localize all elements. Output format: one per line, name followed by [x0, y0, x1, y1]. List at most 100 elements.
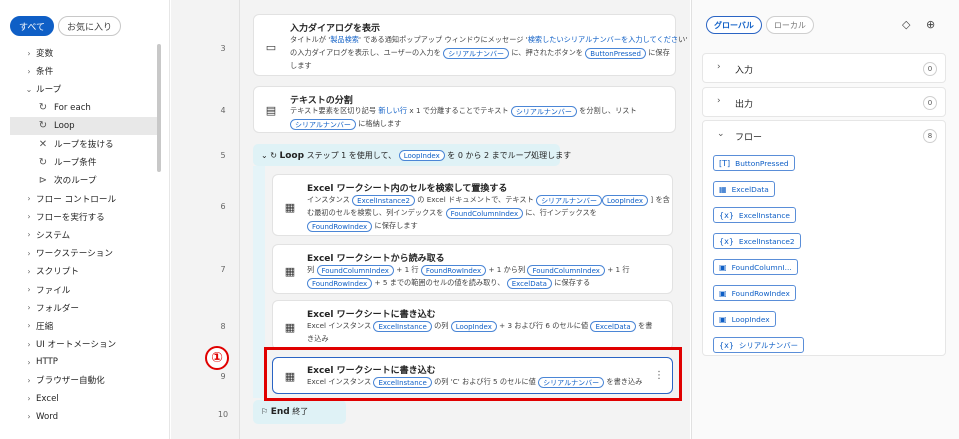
desc-text: + 1 行	[396, 265, 419, 274]
loop-label: Loop	[279, 151, 305, 161]
chevron-right-icon: ›	[27, 266, 31, 276]
actions-scrollbar[interactable]	[157, 44, 161, 172]
variable-token[interactable]: ExcelInstance	[373, 320, 432, 332]
tree-item-folder[interactable]: › フォルダー	[10, 299, 158, 317]
variable-token[interactable]: LoopIndex	[398, 150, 445, 161]
variable-chip[interactable]: {x} ExcelInstance	[713, 207, 796, 223]
next-loop-icon: ⊳	[38, 174, 48, 186]
chevron-right-icon: ›	[27, 48, 31, 58]
tree-item-loop[interactable]: ↻ Loop	[10, 116, 158, 135]
chevron-right-icon: ›	[27, 375, 31, 385]
chevron-down-icon[interactable]: ⌄	[261, 151, 268, 160]
tree-item-ui-automation[interactable]: › UI オートメーション	[10, 335, 158, 353]
variable-chip[interactable]: ▣ FoundRowIndex	[713, 285, 796, 301]
desc-text: + 3 および行 6 のセルに値	[499, 321, 589, 330]
variable-token[interactable]: ButtonPressed	[585, 47, 646, 59]
tree-item-scripting[interactable]: › スクリプト	[10, 262, 158, 280]
variable-token[interactable]: ExcelInstance2	[352, 194, 415, 206]
tree-item-excel[interactable]: › Excel	[10, 390, 158, 408]
variable-token[interactable]: FoundRowIndex	[307, 277, 373, 289]
line-number: 4	[220, 106, 226, 115]
action-show-input-dialog[interactable]: ▭ 入力ダイアログを表示 タイトルが '製品検索' である通知ポップアップ ウィ…	[253, 14, 687, 76]
filter-favorites-chip[interactable]: お気に入り	[58, 16, 122, 36]
loop-header[interactable]: ⌄ ↻ Loop ステップ 1 を使用して、 LoopIndex を 0 から …	[253, 144, 571, 166]
variable-chip[interactable]: {x} シリアルナンバー	[713, 337, 804, 353]
tree-item-conditions[interactable]: › 条件	[10, 62, 158, 80]
chevron-right-icon: ›	[27, 339, 31, 349]
variable-token[interactable]: LoopIndex	[602, 194, 649, 206]
variable-chip[interactable]: ▣ FoundColumnI...	[713, 259, 798, 275]
variable-token[interactable]: ExcelData	[590, 320, 636, 332]
variable-chip[interactable]: ▦ ExcelData	[713, 181, 775, 197]
variable-token[interactable]: シリアルナンバー	[443, 47, 510, 59]
variable-token[interactable]: シリアルナンバー	[290, 118, 356, 130]
tree-item-for-each[interactable]: ↻ For each	[10, 99, 158, 117]
tree-item-compression[interactable]: › 圧縮	[10, 317, 158, 335]
action-write-worksheet[interactable]: ▦ Excel ワークシートに書き込む Excel インスタンス ExcelIn…	[272, 300, 673, 350]
variable-chip[interactable]: [T] ButtonPressed	[713, 155, 795, 171]
action-description: タイトルが '製品検索' である通知ポップアップ ウィンドウにメッセージ '検索…	[290, 33, 687, 72]
variable-token[interactable]: FoundColumnIndex	[527, 264, 605, 276]
variable-token[interactable]: FoundColumnIndex	[316, 264, 394, 276]
chevron-right-icon: ›	[27, 394, 31, 404]
section-output[interactable]: › 出力 0	[702, 87, 946, 117]
tree-item-flow-control[interactable]: › フロー コントロール	[10, 190, 158, 208]
tree-item-run-flow[interactable]: › フローを実行する	[10, 208, 158, 226]
section-flow: ⌄ フロー 8 [T] ButtonPressed ▦ ExcelData {x} E…	[702, 120, 946, 356]
split-text-icon: ▤	[265, 104, 277, 117]
variable-token[interactable]: LoopIndex	[450, 320, 497, 332]
variable-token[interactable]: FoundRowIndex	[307, 220, 373, 232]
variable-chip[interactable]: ▣ LoopIndex	[713, 311, 776, 327]
desc-text: + 1 行	[607, 265, 630, 274]
chevron-right-icon: ›	[27, 194, 31, 204]
desc-text: Excel インスタンス	[307, 321, 372, 330]
loop-end[interactable]: ⚐ End 終了	[253, 400, 346, 424]
tab-global[interactable]: グローバル	[706, 16, 762, 34]
tree-item-word[interactable]: › Word	[10, 408, 158, 426]
desc-text: ] を含	[650, 195, 670, 204]
eraser-icon[interactable]: ◇	[902, 18, 910, 31]
variable-token[interactable]: FoundRowIndex	[420, 264, 487, 276]
tree-item-variables[interactable]: › 変数	[10, 44, 158, 62]
desc-literal: 新しい行	[378, 106, 408, 115]
tree-item-label: 圧縮	[36, 321, 54, 332]
tree-item-label: スクリプト	[36, 267, 79, 278]
add-icon[interactable]: ⊕	[926, 18, 935, 31]
tree-item-label: 変数	[36, 49, 54, 60]
tree-item-system[interactable]: › システム	[10, 226, 158, 244]
section-flow-header[interactable]: ⌄ フロー 8	[703, 121, 945, 151]
filter-all-chip[interactable]: すべて	[10, 16, 55, 36]
tree-item-label: Excel	[36, 393, 59, 404]
tree-item-file[interactable]: › ファイル	[10, 280, 158, 298]
section-input[interactable]: › 入力 0	[702, 53, 946, 83]
tree-item-browser-automation[interactable]: › ブラウザー自動化	[10, 371, 158, 389]
variable-name: ButtonPressed	[735, 158, 789, 168]
tree-item-http[interactable]: › HTTP	[10, 353, 158, 371]
variable-token[interactable]: ExcelData	[506, 277, 552, 289]
tree-item-loops[interactable]: ⌄ ループ	[10, 80, 158, 98]
line-gutter-divider	[239, 0, 240, 439]
action-read-worksheet[interactable]: ▦ Excel ワークシートから読み取る 列 FoundColumnIndex …	[272, 244, 673, 294]
tree-item-loop-condition[interactable]: ↻ ループ条件	[10, 153, 158, 171]
tree-item-label: ワークステーション	[36, 249, 113, 260]
action-split-text[interactable]: ▤ テキストの分割 テキスト要素を区切り記号 新しい行 x 1 で分離することで…	[253, 86, 676, 133]
actions-tree: › 変数 › 条件 ⌄ ループ ↻ For each ↻ Loop ✕ ループを抜ける ↻ ル…	[10, 44, 158, 426]
section-title: 入力	[735, 66, 754, 76]
desc-text: タイトルが '	[290, 35, 331, 44]
variable-token[interactable]: シリアルナンバー	[510, 105, 577, 117]
variable-token[interactable]: シリアルナンバー	[536, 194, 602, 206]
excel-icon: ▦	[284, 265, 296, 278]
section-count-badge: 0	[923, 96, 937, 110]
variable-name: FoundRowIndex	[731, 288, 790, 298]
desc-text: + 1 から列	[488, 265, 526, 274]
desc-text: x 1 で分離することでテキスト	[409, 106, 509, 115]
variable-chip[interactable]: {x} ExcelInstance2	[713, 233, 801, 249]
section-title: フロー	[735, 133, 763, 143]
tree-item-exit-loop[interactable]: ✕ ループを抜ける	[10, 135, 158, 153]
tree-item-next-loop[interactable]: ⊳ 次のループ	[10, 171, 158, 189]
desc-text: します	[290, 61, 312, 70]
tab-local[interactable]: ローカル	[765, 16, 814, 34]
action-find-replace-cells[interactable]: ▦ Excel ワークシート内のセルを検索して置換する インスタンス Excel…	[272, 174, 673, 236]
tree-item-workstation[interactable]: › ワークステーション	[10, 244, 158, 262]
variable-token[interactable]: FoundColumnIndex	[445, 207, 524, 219]
